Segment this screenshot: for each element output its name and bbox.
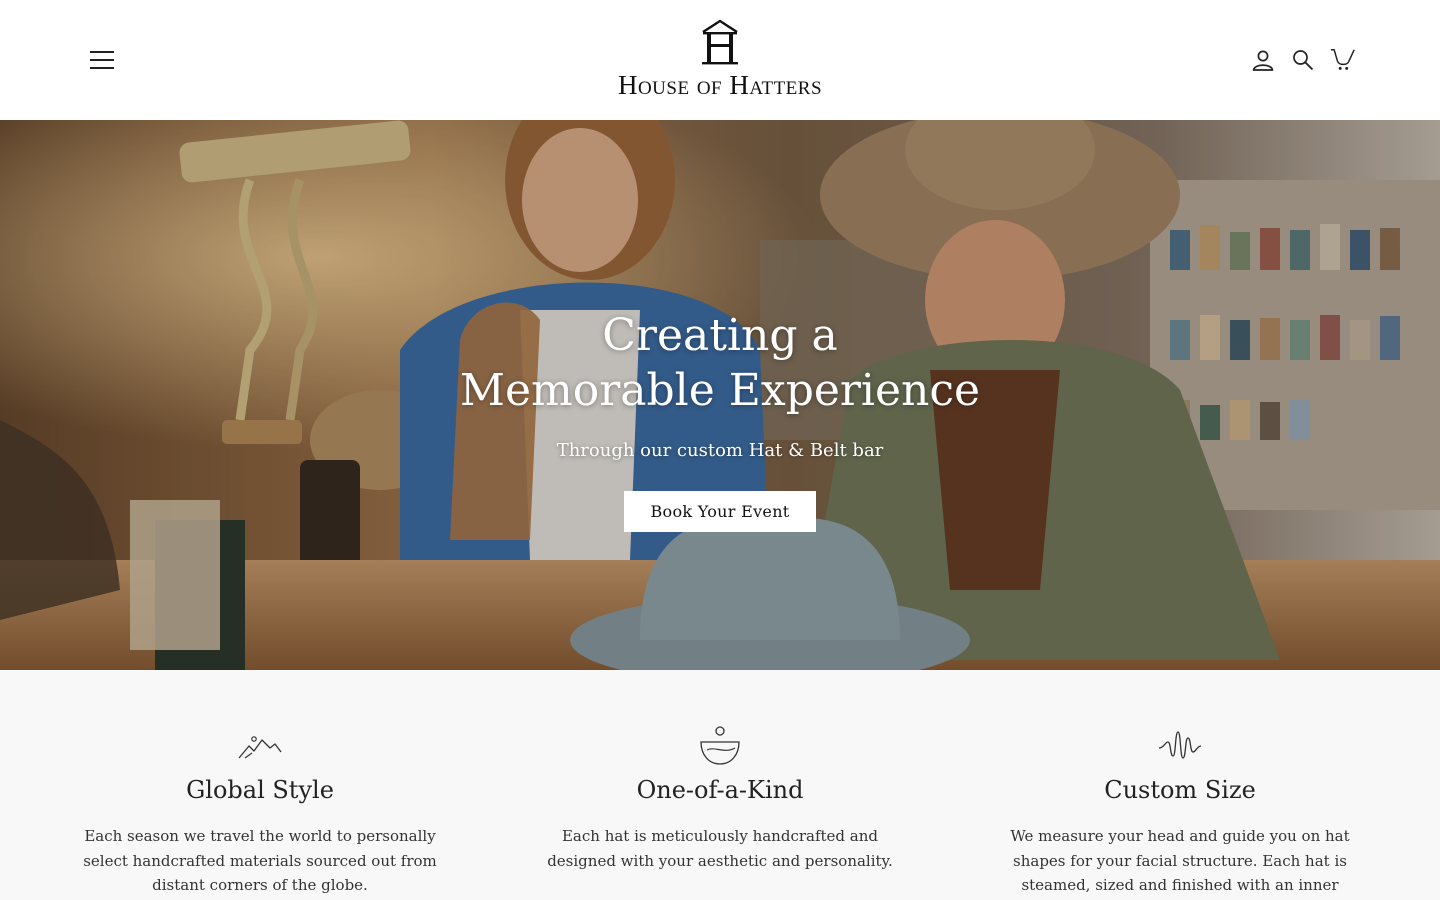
features-section: Global Style Each season we travel the w… — [0, 670, 1440, 900]
brand-logo[interactable]: House of Hatters — [600, 18, 840, 102]
feature-title: One-of-a-Kind — [636, 776, 804, 804]
hero-content: Creating a Memorable Experience Through … — [0, 308, 1440, 532]
feature-text: We measure your head and guide you on ha… — [1010, 827, 1350, 894]
hero-banner: Creating a Memorable Experience Through … — [0, 120, 1440, 670]
account-icon[interactable] — [1250, 47, 1276, 73]
feature-text: Each season we travel the world to perso… — [83, 827, 437, 894]
cart-icon[interactable] — [1330, 47, 1356, 73]
hero-title-line1: Creating a — [602, 310, 838, 361]
hamburger-menu-icon[interactable] — [88, 48, 116, 72]
feature-custom-size: Custom Size We measure your head and gui… — [1000, 722, 1360, 898]
book-your-event-button[interactable]: Book Your Event — [624, 491, 816, 532]
house-logo-icon — [702, 19, 738, 65]
feature-one-of-a-kind: One-of-a-Kind Each hat is meticulously h… — [540, 722, 900, 873]
feature-text: Each hat is meticulously handcrafted and… — [547, 827, 893, 870]
feature-global-style: Global Style Each season we travel the w… — [80, 722, 440, 898]
header-actions — [1250, 46, 1356, 74]
hero-title: Creating a Memorable Experience — [0, 308, 1440, 418]
feature-title: Custom Size — [1104, 776, 1256, 804]
hero-title-line2: Memorable Experience — [459, 365, 981, 416]
site-header: House of Hatters — [0, 0, 1440, 120]
mountains-icon — [238, 736, 282, 759]
brand-name: House of Hatters — [617, 70, 823, 100]
hero-subtitle: Through our custom Hat & Belt bar — [556, 440, 884, 461]
bowl-icon — [700, 726, 740, 765]
waveform-icon — [1158, 731, 1202, 759]
feature-title: Global Style — [186, 776, 334, 804]
search-icon[interactable] — [1290, 47, 1316, 73]
